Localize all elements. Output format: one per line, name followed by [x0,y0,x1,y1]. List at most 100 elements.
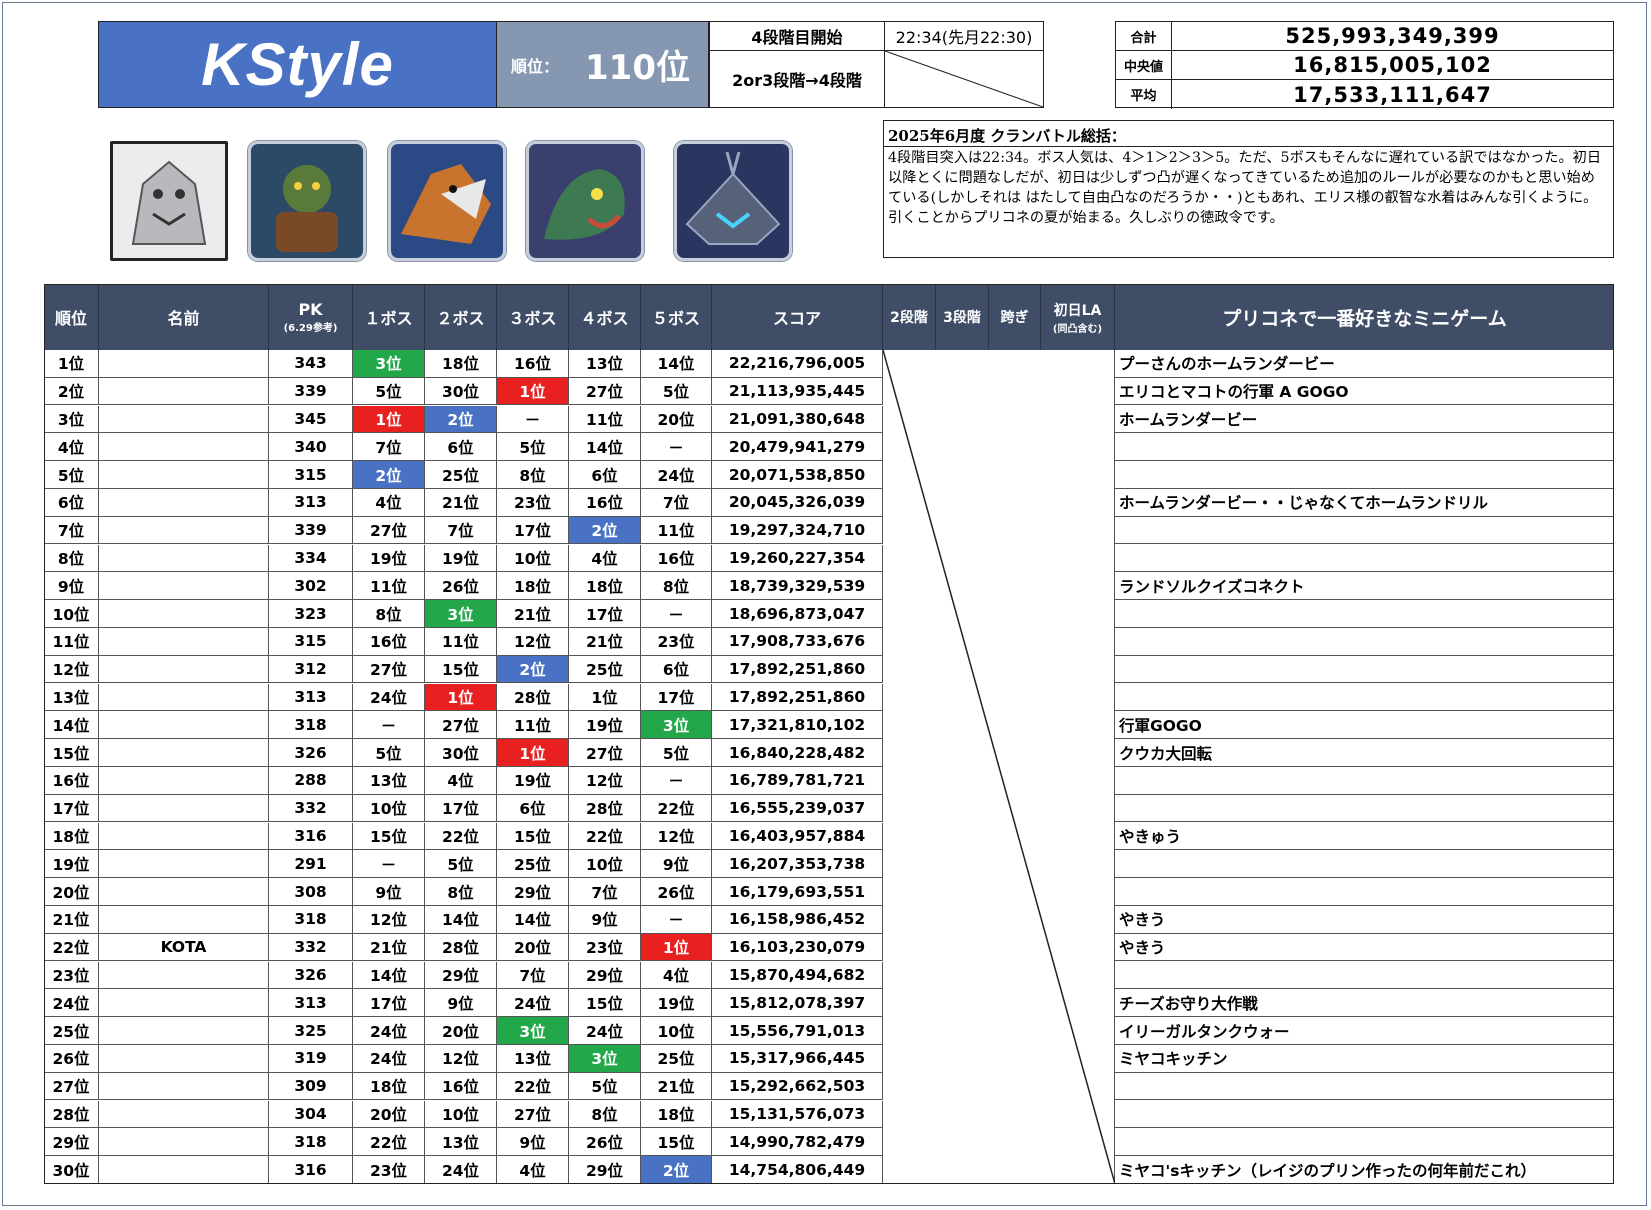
boss2-rank-cell: 27位 [425,711,497,740]
boss2-rank-cell: 13位 [425,1128,497,1157]
boss2-rank-cell: 20位 [425,1017,497,1045]
clan-name: KStyle [201,31,394,98]
name-cell [99,572,269,601]
boss2-rank-cell: 9位 [425,989,497,1018]
game-cell [1115,1128,1614,1157]
boss5-rank-cell: － [641,767,712,795]
boss3-rank-cell: 20位 [497,933,569,962]
boss4-rank-cell: 27位 [569,739,641,767]
boss4-rank-cell: 15位 [569,989,641,1018]
game-cell [1115,1073,1614,1101]
score-cell: 15,131,576,073 [712,1100,883,1129]
game-cell: チーズお守り大作戦 [1115,989,1614,1018]
boss1-rank-cell: 3位 [353,350,425,378]
member-ranking-table: 順位 名前 PK (6.29参考) １ボス ２ボス ３ボス ４ボス ５ボス スコア… [44,284,1614,1184]
pk-cell: 308 [269,878,353,906]
boss2-rank-cell: 30位 [425,377,497,406]
rank-cell: 27位 [44,1072,99,1101]
boss5-rank-cell: 12位 [641,822,712,851]
name-cell [99,461,269,489]
boss4-rank-cell: 8位 [569,1100,641,1129]
boss4-rank-cell: 28位 [569,794,641,823]
boss3-rank-cell: 1位 [497,739,569,767]
name-cell [99,1156,269,1184]
score-cell: 18,739,329,539 [712,572,883,601]
boss5-rank-cell: 5位 [641,739,712,767]
rank-cell: 9位 [44,572,99,601]
pk-cell: 316 [269,822,353,851]
name-cell [99,433,269,462]
boss5-rank-cell: 18位 [641,1100,712,1129]
boss1-rank-cell: 8位 [353,600,425,628]
boss1-rank-cell: 4位 [353,489,425,517]
score-cell: 16,840,228,482 [712,739,883,767]
rank-cell: 18位 [44,822,99,851]
boss5-rank-cell: 17位 [641,683,712,712]
rank-cell: 4位 [44,433,99,462]
boss5-rank-cell: 16位 [641,544,712,573]
boss3-rank-cell: 7位 [497,961,569,990]
boss3-rank-cell: 22位 [497,1072,569,1101]
boss4-rank-cell: 18位 [569,572,641,601]
game-cell: やきう [1115,906,1614,934]
boss4-rank-cell: 6位 [569,461,641,489]
boss2-rank-cell: 7位 [425,516,497,545]
col-stage3: 3段階 [936,284,989,350]
score-cell: 20,045,326,039 [712,489,883,517]
pk-cell: 313 [269,489,353,517]
boss3-rank-cell: 24位 [497,989,569,1018]
rank-cell: 23位 [44,961,99,990]
empty-cell-diagonal [885,51,1043,107]
game-cell: ミヤコ'sキッチン（レイジのプリン作ったの何年前だこれ） [1115,1156,1614,1184]
name-cell [99,822,269,851]
score-cell: 21,091,380,648 [712,405,883,434]
boss3-rank-cell: 10位 [497,544,569,573]
col-boss5: ５ボス [641,284,712,350]
game-cell [1115,795,1614,823]
boss1-rank-cell: 24位 [353,1045,425,1073]
rank-cell: 11位 [44,628,99,656]
game-cell: クウカ大回転 [1115,739,1614,767]
boss5-rank-cell: 22位 [641,794,712,823]
boss2-rank-cell: 14位 [425,906,497,934]
pk-cell: 309 [269,1072,353,1101]
name-cell [99,1045,269,1073]
game-cell [1115,628,1614,656]
name-cell [99,961,269,990]
score-cell: 18,696,873,047 [712,600,883,628]
boss3-rank-cell: 16位 [497,350,569,378]
boss1-rank-cell: 27位 [353,516,425,545]
name-cell [99,628,269,656]
score-cell: 16,403,957,884 [712,822,883,851]
boss1-rank-cell: 7位 [353,433,425,462]
rank-cell: 26位 [44,1045,99,1073]
rank-cell: 28位 [44,1100,99,1129]
boss2-rank-cell: 15位 [425,655,497,684]
boss-1-golem-icon [110,141,228,261]
boss5-rank-cell: － [641,433,712,462]
game-cell: やきゅう [1115,823,1614,851]
boss3-rank-cell: 9位 [497,1128,569,1157]
boss3-rank-cell: 5位 [497,433,569,462]
boss1-rank-cell: － [353,850,425,879]
stage-transition: 2or3段階→4段階 [710,51,885,107]
game-cell: ミヤコキッチン [1115,1045,1614,1073]
monthly-summary-box: 2025年6月度 クランバトル総括： 4段階目突入は22:34。ボス人気は、4＞… [883,120,1614,258]
name-cell [99,850,269,879]
game-cell [1115,517,1614,545]
score-cell: 15,556,791,013 [712,1017,883,1045]
col-pk: PK (6.29参考) [269,284,353,350]
name-cell [99,683,269,712]
boss1-rank-cell: 11位 [353,572,425,601]
summary-divider [884,146,1613,147]
boss3-rank-cell: 29位 [497,878,569,906]
boss2-rank-cell: 24位 [425,1156,497,1184]
game-cell [1115,684,1614,712]
rank-cell: 22位 [44,933,99,962]
boss3-rank-cell: 28位 [497,683,569,712]
rank-cell: 6位 [44,489,99,517]
pk-cell: 326 [269,961,353,990]
rank-cell: 20位 [44,878,99,906]
pk-cell: 316 [269,1156,353,1184]
score-cell: 15,317,966,445 [712,1045,883,1073]
